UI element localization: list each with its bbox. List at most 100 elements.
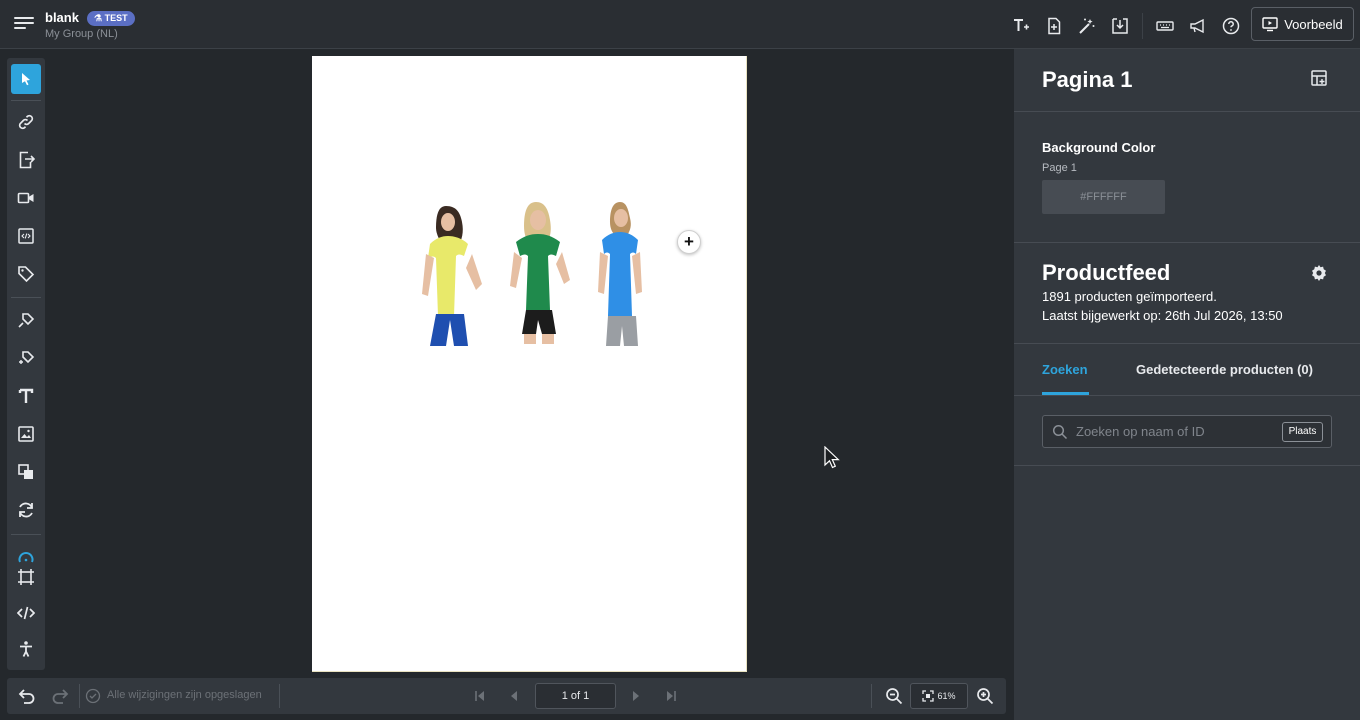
add-layout-icon[interactable]	[1310, 69, 1330, 89]
panel-divider	[1014, 343, 1360, 344]
place-button[interactable]: Plaats	[1282, 422, 1323, 442]
document-title[interactable]: blank	[45, 10, 79, 25]
tag-icon	[18, 266, 35, 283]
keyboard-icon[interactable]	[1154, 15, 1176, 37]
productfeed-count: 1891 producten geïmporteerd.	[1042, 289, 1217, 304]
layers-copy-icon	[18, 464, 33, 479]
mouse-pointer-icon	[824, 446, 840, 469]
tag-tool[interactable]	[11, 259, 41, 289]
chevron-left-icon	[511, 691, 517, 701]
panel-divider	[1014, 242, 1360, 243]
background-color-label: Background Color	[1042, 140, 1156, 155]
embed-code-tool[interactable]	[11, 221, 41, 251]
productfeed-title: Productfeed	[1042, 260, 1171, 285]
fit-screen-icon	[922, 690, 935, 702]
cursor-arrow-icon	[22, 73, 30, 86]
code-tool[interactable]	[11, 598, 41, 628]
panel-divider	[1014, 111, 1360, 112]
toolbar-divider	[11, 297, 41, 298]
bottom-divider	[279, 684, 280, 708]
left-toolbar	[7, 58, 45, 670]
panel-divider	[1014, 465, 1360, 466]
product-search-box: Plaats	[1042, 415, 1332, 448]
hamburger-menu-icon[interactable]	[14, 14, 34, 34]
test-badge: ⚗ TEST	[87, 11, 135, 26]
export-tool[interactable]	[11, 145, 41, 175]
accessibility-icon	[20, 641, 32, 657]
crop-frame-icon	[18, 569, 34, 585]
background-color-field[interactable]: #FFFFFF	[1042, 180, 1165, 214]
crop-tool[interactable]	[11, 562, 41, 592]
last-page-button[interactable]	[661, 686, 681, 706]
saved-check-icon	[83, 686, 103, 706]
preview-button[interactable]: Voorbeeld	[1251, 7, 1354, 41]
video-camera-icon	[17, 192, 34, 204]
next-page-button[interactable]	[626, 686, 646, 706]
download-icon[interactable]	[1109, 15, 1131, 37]
page-title: Pagina 1	[1042, 67, 1133, 92]
product-tag-tool[interactable]	[11, 305, 41, 335]
canvas-page[interactable]: +	[312, 56, 747, 672]
zoom-out-icon	[886, 688, 903, 705]
product-image-three-women-tshirts[interactable]	[416, 196, 666, 346]
zoom-in-button[interactable]	[975, 686, 995, 706]
zoom-out-button[interactable]	[884, 686, 904, 706]
chevron-right-icon	[633, 691, 639, 701]
redo-icon	[52, 689, 69, 704]
link-icon	[18, 114, 34, 130]
undo-button[interactable]	[17, 686, 37, 706]
text-t-icon	[18, 388, 34, 403]
toolbar-divider	[11, 100, 41, 101]
gear-icon[interactable]	[1310, 264, 1328, 282]
add-page-icon[interactable]	[1043, 15, 1065, 37]
toolbar-divider	[11, 534, 41, 535]
top-bar: blank ⚗ TEST My Group (NL) Voorbeeld	[0, 0, 1360, 49]
group-name: My Group (NL)	[45, 28, 118, 40]
shapes-tool[interactable]	[11, 457, 41, 487]
panel-divider	[1014, 395, 1360, 396]
help-icon[interactable]	[1220, 15, 1242, 37]
link-tool[interactable]	[11, 107, 41, 137]
add-product-button[interactable]: +	[677, 230, 701, 254]
bottom-divider	[79, 684, 80, 708]
refresh-icon	[19, 502, 33, 518]
product-tag-add-tool[interactable]	[11, 343, 41, 373]
file-export-icon	[19, 151, 35, 169]
productfeed-updated: Laatst bijgewerkt op: 26th Jul 2026, 13:…	[1042, 308, 1283, 323]
monitor-play-icon	[1262, 17, 1278, 32]
page-indicator[interactable]: 1 of 1	[535, 683, 616, 709]
properties-panel: Pagina 1 Background Color Page 1 #FFFFFF…	[1014, 49, 1360, 720]
refresh-tool[interactable]	[11, 495, 41, 525]
top-toolbar	[999, 13, 1242, 39]
accessibility-tool[interactable]	[11, 634, 41, 664]
background-color-sublabel: Page 1	[1042, 162, 1077, 174]
bottom-bar: Alle wijzigingen zijn opgeslagen 1 of 1 …	[7, 678, 1006, 714]
zoom-level: 61%	[937, 691, 956, 701]
redo-button[interactable]	[50, 686, 70, 706]
test-badge-label: TEST	[104, 13, 128, 23]
zoom-fit-button[interactable]: 61%	[910, 683, 968, 709]
video-tool[interactable]	[11, 183, 41, 213]
add-text-icon[interactable]	[1010, 15, 1032, 37]
tab-zoeken[interactable]: Zoeken	[1042, 362, 1088, 377]
tab-gedetecteerde-producten[interactable]: Gedetecteerde producten (0)	[1136, 362, 1313, 377]
image-icon	[18, 426, 34, 442]
tag-edit-icon	[18, 313, 35, 328]
megaphone-icon[interactable]	[1187, 15, 1209, 37]
toolbar-divider	[1142, 13, 1143, 39]
preview-label: Voorbeeld	[1284, 16, 1343, 32]
save-status-text: Alle wijzigingen zijn opgeslagen	[107, 689, 262, 701]
search-input[interactable]	[1076, 416, 1276, 447]
magic-wand-icon[interactable]	[1076, 15, 1098, 37]
zoom-in-icon	[977, 688, 994, 705]
text-tool[interactable]	[11, 381, 41, 411]
search-icon	[1052, 424, 1068, 440]
first-page-button[interactable]	[470, 686, 490, 706]
previous-page-button[interactable]	[504, 686, 524, 706]
code-box-icon	[18, 228, 34, 244]
undo-icon	[18, 689, 35, 704]
select-tool[interactable]	[11, 64, 41, 94]
last-page-icon	[667, 691, 676, 701]
bottom-divider	[871, 684, 872, 708]
image-tool[interactable]	[11, 419, 41, 449]
